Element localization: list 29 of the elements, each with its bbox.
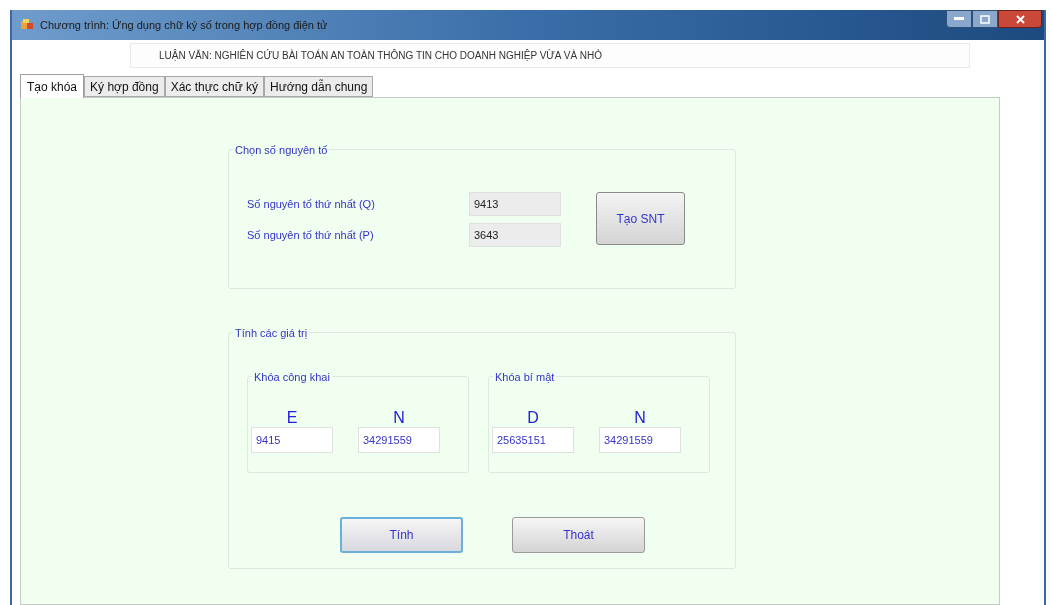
close-button[interactable] [998, 10, 1042, 28]
key-field[interactable]: 34291559 [599, 427, 681, 453]
field-label: N [393, 409, 405, 427]
exit-button[interactable]: Thoát [512, 517, 645, 553]
field-label: Số nguyên tố thứ nhất (P) [247, 227, 375, 243]
tab[interactable]: Tạo khóa [20, 74, 85, 98]
prime-field[interactable]: 3643 [469, 223, 561, 247]
app-icon [20, 18, 34, 32]
field-label: N [634, 409, 646, 427]
tab[interactable]: Ký hợp đồng [84, 76, 165, 97]
window-title: Chương trình: Ứng dụng chữ ký số trong hợp đồng điện tử [40, 17, 328, 33]
maximize-icon [980, 14, 990, 24]
minimize-button[interactable] [946, 10, 972, 28]
minimize-icon [954, 17, 964, 21]
group-title: Chọn số nguyên tố [233, 142, 330, 159]
tab[interactable]: Xác thực chữ ký [164, 76, 265, 97]
close-icon [1015, 14, 1025, 24]
field-label: Số nguyên tố thứ nhất (Q) [247, 196, 376, 212]
prime-field[interactable]: 9413 [469, 192, 561, 216]
header-field[interactable]: LUẬN VĂN: NGHIÊN CỨU BÀI TOÁN AN TOÀN THÔNG TIN CHO DOANH NGHIỆP VỪA VÀ NHỎ [130, 42, 970, 68]
key-field[interactable]: 25635151 [492, 427, 574, 453]
tab[interactable]: Hướng dẫn chung [264, 76, 374, 97]
create-prime-button[interactable]: Tạo SNT [596, 192, 685, 245]
field-label: E [286, 409, 298, 427]
key-field[interactable]: 9415 [251, 427, 333, 453]
key-field[interactable]: 34291559 [358, 427, 440, 453]
maximize-button[interactable] [972, 10, 998, 28]
field-label: D [527, 409, 539, 427]
compute-button[interactable]: Tính [340, 517, 463, 553]
